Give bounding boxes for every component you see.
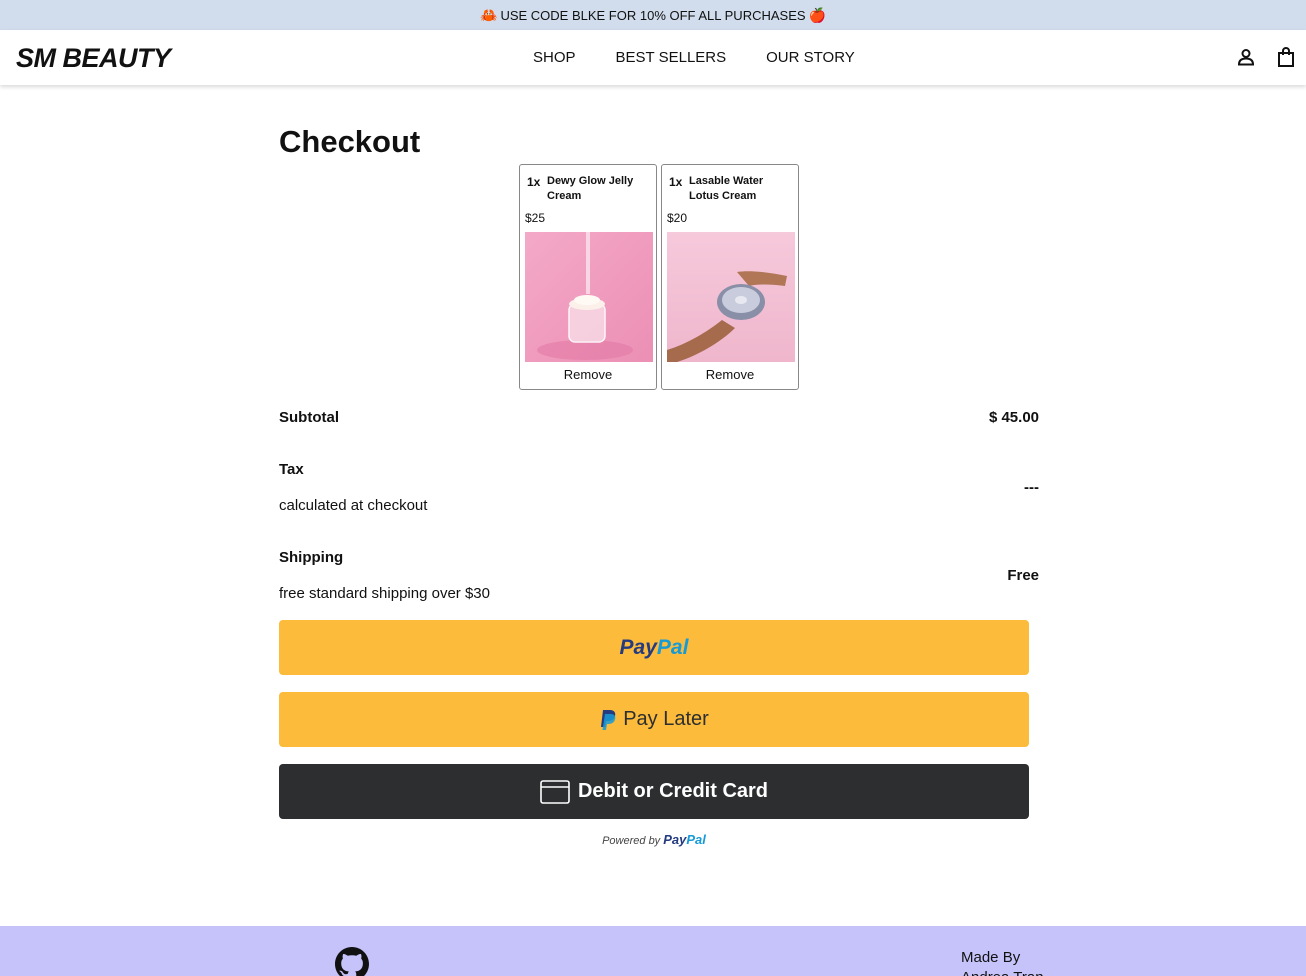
pay-later-label: Pay Later [623, 708, 709, 730]
shopping-bag-icon[interactable] [1275, 45, 1297, 69]
github-icon[interactable] [335, 947, 369, 976]
page-title: Checkout [279, 124, 421, 159]
product-image-lotus-cream [667, 232, 795, 362]
tax-value: --- [1024, 479, 1039, 496]
apple-emoji-icon: 🍎 [808, 6, 826, 23]
item-quantity: 1x [527, 175, 541, 189]
crab-emoji-icon: 🦀 [480, 6, 498, 23]
cart-item: 1x Dewy Glow Jelly Cream $25 Remove [519, 164, 657, 390]
item-price: $20 [667, 211, 688, 225]
main-nav: SHOP BEST SELLERS OUR STORY [533, 49, 855, 66]
subtotal-label: Subtotal [279, 409, 339, 426]
card-button-label: Debit or Credit Card [577, 780, 769, 802]
shipping-note: free standard shipping over $30 [279, 585, 490, 602]
paypal-p-icon [601, 709, 616, 730]
site-logo[interactable]: SM BEAUTY [16, 43, 171, 74]
cart-item: 1x Lasable Water Lotus Cream $20 Remove [661, 164, 799, 390]
paypal-button[interactable]: PayPal [279, 620, 1029, 675]
nav-our-story[interactable]: OUR STORY [766, 49, 855, 66]
made-by-label: Made By [961, 949, 1021, 966]
paypal-logo: PayPal [619, 635, 689, 659]
author-name: Andrea Tran [961, 968, 1044, 976]
made-by-credit: Made By Andrea Tran [961, 948, 1044, 976]
item-quantity: 1x [669, 175, 683, 189]
powered-by-paypal: Powered by PayPal [279, 832, 1029, 847]
product-image-jelly-cream [525, 232, 653, 362]
debit-credit-card-button[interactable]: Debit or Credit Card [279, 764, 1029, 819]
credit-card-icon [540, 779, 570, 804]
item-name: Lasable Water Lotus Cream [689, 175, 764, 202]
nav-best-sellers[interactable]: BEST SELLERS [616, 49, 727, 66]
remove-button[interactable]: Remove [662, 367, 798, 382]
site-header: SM BEAUTY SHOP BEST SELLERS OUR STORY [0, 30, 1306, 85]
tax-note: calculated at checkout [279, 497, 428, 514]
shipping-label: Shipping [279, 549, 344, 566]
account-icon[interactable] [1235, 45, 1257, 69]
promo-text: USE CODE BLKE FOR 10% OFF ALL PURCHASES [500, 7, 806, 23]
nav-shop[interactable]: SHOP [533, 49, 576, 66]
remove-button[interactable]: Remove [520, 367, 656, 382]
paypal-small-logo: PayPal [663, 832, 706, 847]
item-name: Dewy Glow Jelly Cream [547, 175, 634, 202]
site-footer: Made By Andrea Tran [0, 926, 1306, 976]
powered-by-text: Powered by [602, 835, 661, 847]
promo-banner: 🦀 USE CODE BLKE FOR 10% OFF ALL PURCHASE… [0, 0, 1306, 30]
shipping-value: Free [1007, 567, 1039, 584]
tax-label: Tax [279, 461, 304, 478]
item-price: $25 [525, 211, 546, 225]
subtotal-value: $ 45.00 [988, 409, 1039, 426]
pay-later-button[interactable]: Pay Later [279, 692, 1029, 747]
